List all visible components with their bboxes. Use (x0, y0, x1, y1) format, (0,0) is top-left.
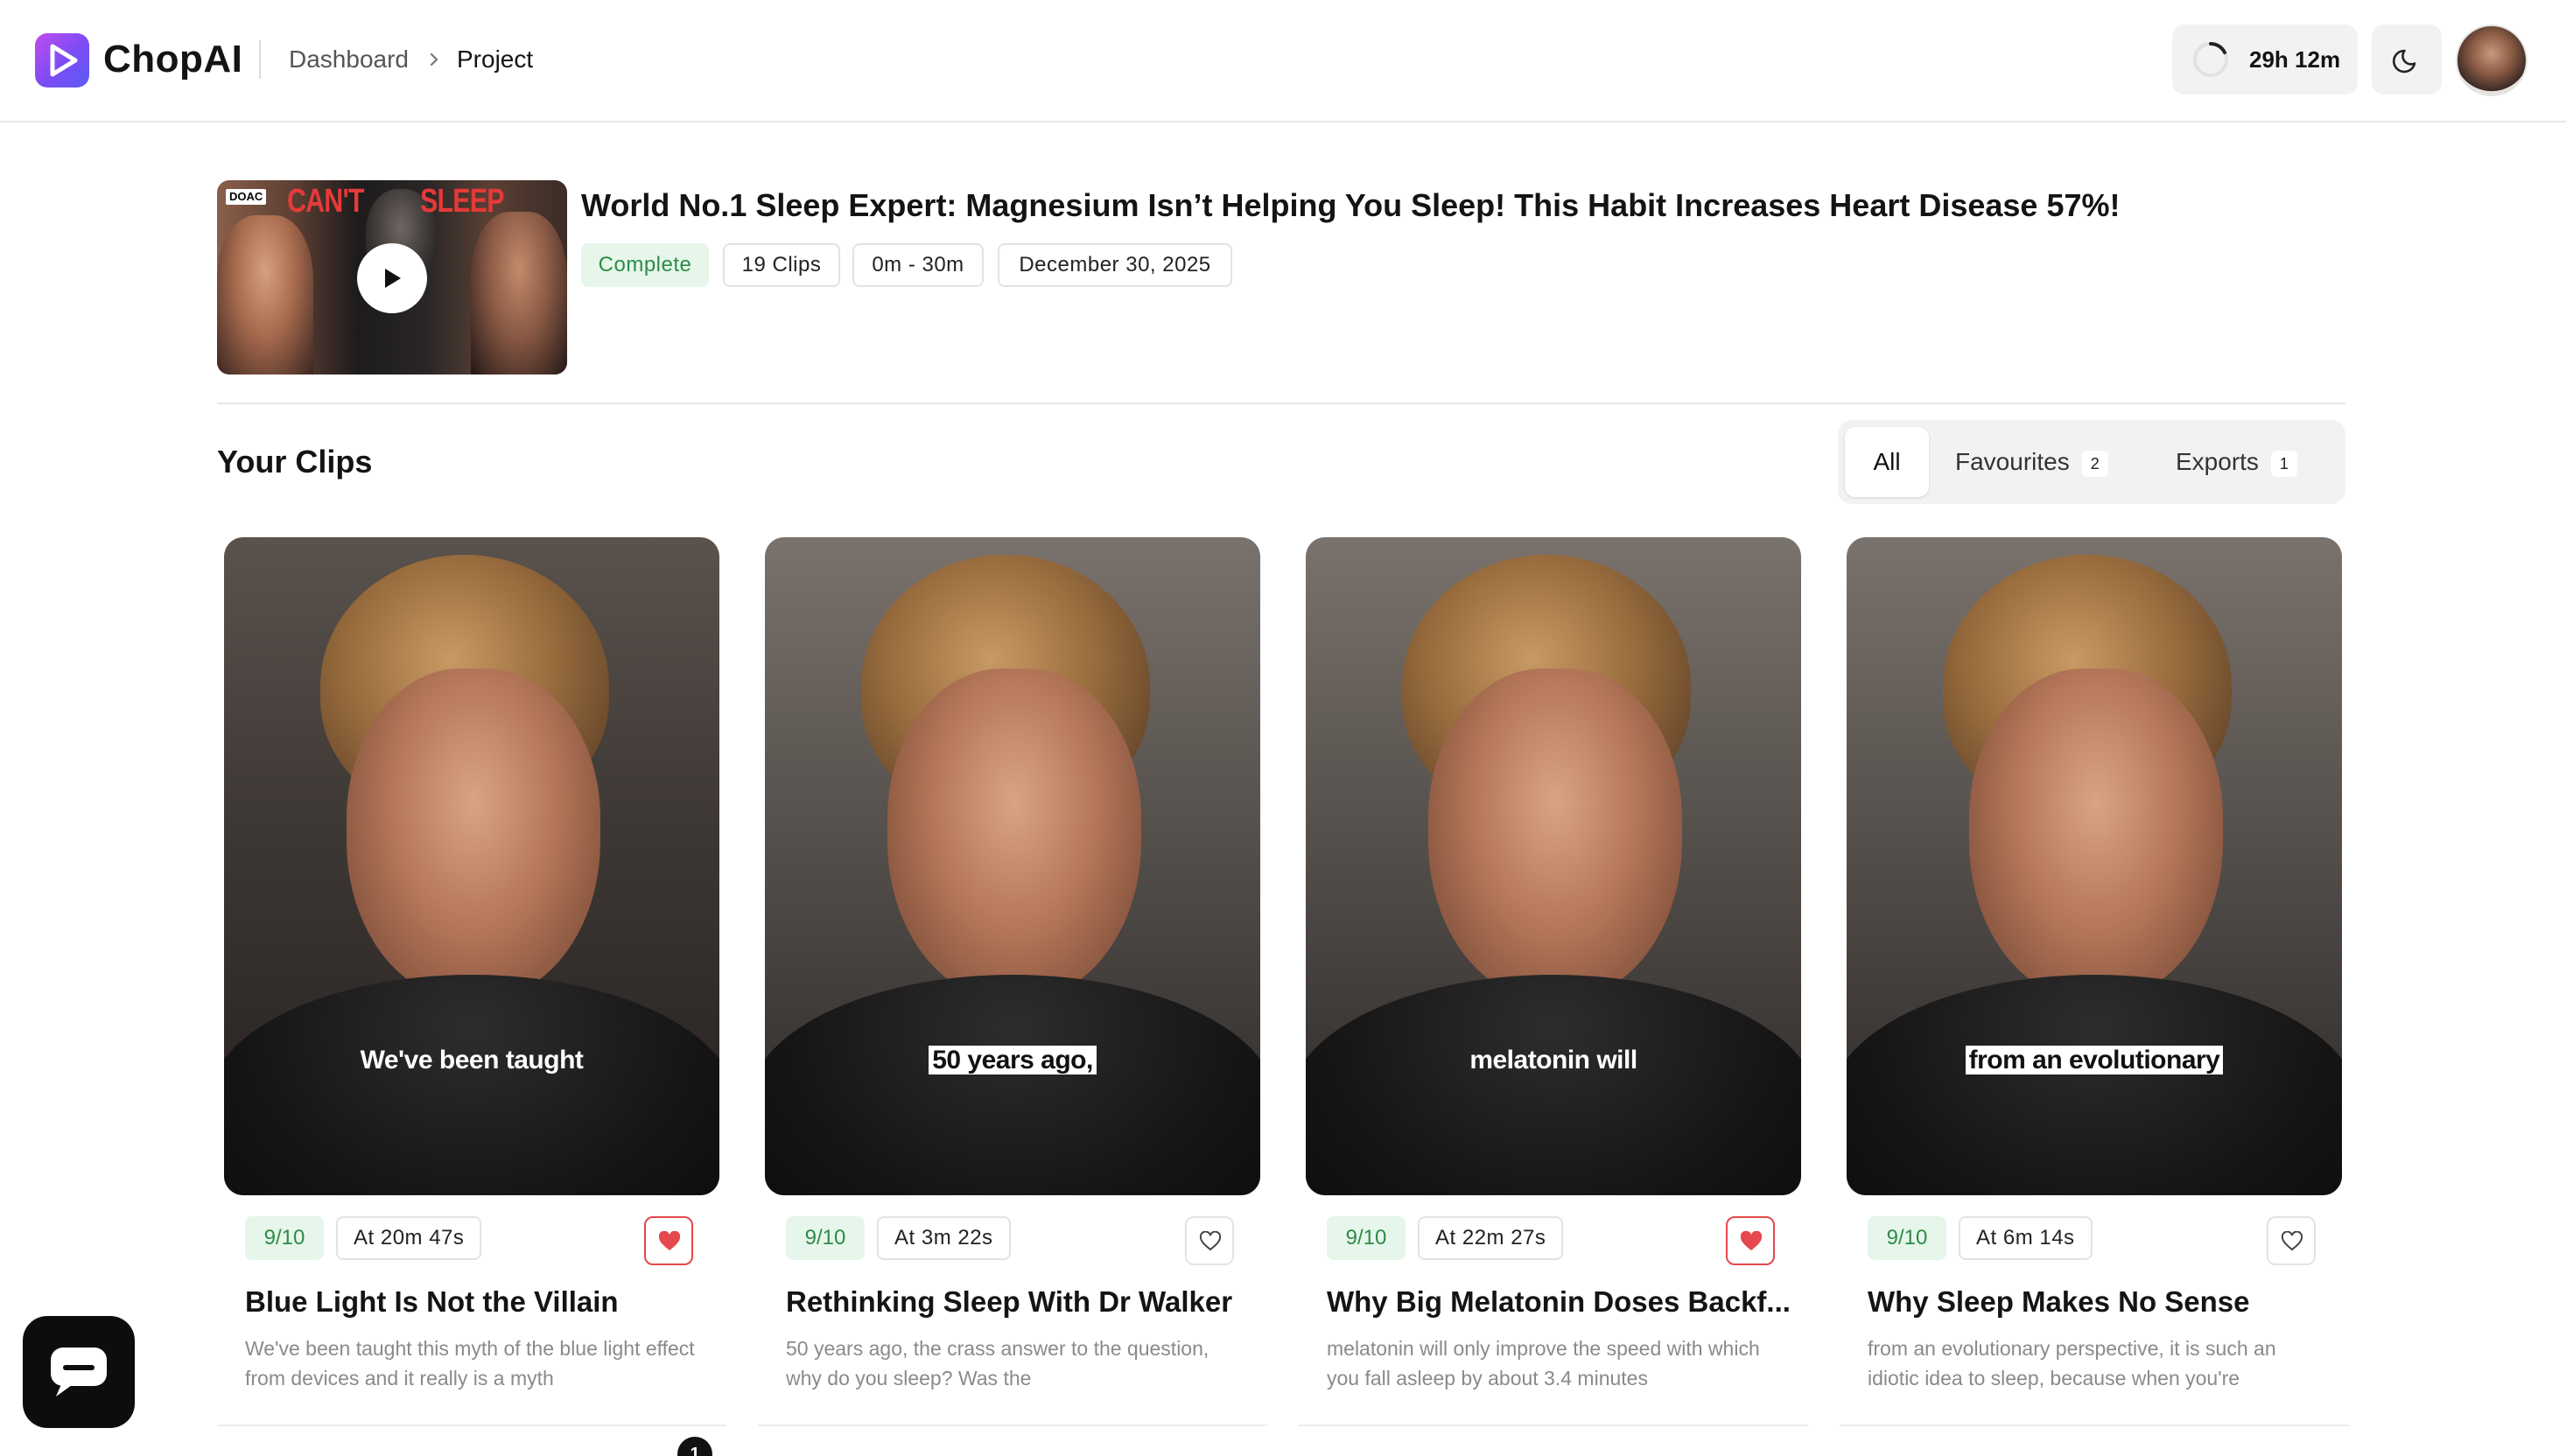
clip-filter-tabs: All Favourites 2 Exports 1 (1838, 420, 2345, 504)
clip-timestamp-badge: At 22m 27s (1418, 1216, 1564, 1260)
clip-figure (887, 668, 1141, 1001)
progress-ring-icon (2193, 42, 2228, 77)
clips-section-title: Your Clips (217, 444, 373, 480)
card-divider (1299, 1424, 1808, 1426)
clip-description: We've been taught this myth of the blue … (245, 1337, 695, 1390)
tab-all-label: All (1873, 448, 1901, 475)
heart-outline-icon (2281, 1231, 2303, 1251)
clip-timestamp-badge: At 20m 47s (336, 1216, 482, 1260)
project-title: World No.1 Sleep Expert: Magnesium Isn’t… (581, 187, 2121, 223)
breadcrumb-dashboard[interactable]: Dashboard (289, 44, 409, 75)
clip-caption: from an evolutionary (1847, 1043, 2342, 1078)
clip-description: from an evolutionary perspective, it is … (1868, 1337, 2276, 1390)
clip-caption: melatonin will (1306, 1043, 1801, 1078)
clip-caption-text: We've been taught (360, 1046, 584, 1074)
clip-score-badge: 9/10 (245, 1216, 324, 1260)
clip-video-preview[interactable]: melatonin will (1306, 537, 1801, 1195)
thumbnail-text-right: SLEEP (420, 183, 504, 220)
clip-figure (765, 975, 1260, 1195)
favourite-button[interactable] (2267, 1216, 2316, 1265)
tab-exports[interactable]: Exports 1 (2176, 427, 2297, 497)
thumbnail-text-left: CAN'T (287, 183, 364, 220)
exports-count-badge: 1 (2270, 450, 2297, 477)
clip-caption-text: melatonin will (1469, 1046, 1637, 1074)
clip-title[interactable]: Blue Light Is Not the Villain (245, 1283, 619, 1321)
clip-description: 50 years ago, the crass answer to the qu… (786, 1337, 1209, 1390)
clip-figure (1847, 975, 2342, 1195)
thumbnail-tag: DOAC (226, 189, 267, 205)
credits-time-text: 29h 12m (2249, 46, 2341, 73)
clip-caption: 50 years ago, (765, 1043, 1260, 1078)
clip-title[interactable]: Rethinking Sleep With Dr Walker (786, 1283, 1232, 1321)
clip-score-badge: 9/10 (1327, 1216, 1406, 1260)
heart-filled-icon (658, 1231, 681, 1250)
play-button[interactable] (357, 243, 427, 313)
clip-figure (1306, 975, 1801, 1195)
tab-all[interactable]: All (1845, 427, 1929, 497)
clip-video-preview[interactable]: 50 years ago, (765, 537, 1260, 1195)
breadcrumb-project: Project (457, 46, 534, 73)
chat-support-button[interactable] (23, 1316, 135, 1428)
favourite-button[interactable] (1726, 1216, 1775, 1265)
clip-video-preview[interactable]: from an evolutionary (1847, 537, 2342, 1195)
heart-filled-icon (1740, 1231, 1763, 1250)
clip-figure (1428, 668, 1682, 1001)
clip-card[interactable]: We've been taught 9/10 At 20m 47s Blue L… (217, 537, 726, 1456)
tab-favourites-label: Favourites (1955, 448, 2070, 475)
clip-figure (1969, 668, 2223, 1001)
status-badge: Complete (581, 243, 709, 287)
clip-score-badge: 9/10 (1868, 1216, 1946, 1260)
brand-name[interactable]: ChopAI (103, 35, 242, 84)
moon-icon (2392, 49, 2416, 74)
date-badge: December 30, 2025 (998, 243, 1232, 287)
card-divider (217, 1424, 726, 1426)
tab-favourites[interactable]: Favourites 2 (1955, 427, 2108, 497)
card-divider (1840, 1424, 2349, 1426)
favourite-button[interactable] (644, 1216, 693, 1265)
range-badge: 0m - 30m (852, 243, 984, 287)
clip-title[interactable]: Why Sleep Makes No Sense (1868, 1283, 2250, 1321)
clip-figure (347, 668, 600, 1001)
clip-figure (224, 975, 719, 1195)
user-avatar[interactable] (2456, 24, 2527, 96)
clip-score-badge: 9/10 (786, 1216, 865, 1260)
section-divider (217, 402, 2345, 404)
clip-caption-text: 50 years ago, (929, 1046, 1097, 1074)
clip-card[interactable]: from an evolutionary 9/10 At 6m 14s Why … (1840, 537, 2349, 1456)
clip-timestamp-badge: At 3m 22s (877, 1216, 1011, 1260)
clip-count-badge: 19 Clips (723, 243, 840, 287)
clip-caption-text: from an evolutionary (1965, 1046, 2224, 1074)
clip-video-preview[interactable]: We've been taught (224, 537, 719, 1195)
clip-card[interactable]: 50 years ago, 9/10 At 3m 22s Rethinking … (758, 537, 1267, 1456)
clip-caption: We've been taught (224, 1043, 719, 1078)
theme-toggle-button[interactable] (2372, 24, 2442, 94)
thumbnail-figure (471, 212, 567, 374)
project-video-thumbnail[interactable]: DOAC CAN'T SLEEP (217, 180, 567, 374)
clip-timestamp-badge: At 6m 14s (1959, 1216, 2093, 1260)
thumbnail-figure (217, 215, 313, 374)
clip-description: melatonin will only improve the speed wi… (1327, 1337, 1760, 1390)
credits-timer[interactable]: 29h 12m (2172, 24, 2358, 94)
card-divider (758, 1424, 1267, 1426)
header-divider (259, 40, 261, 79)
clip-card[interactable]: melatonin will 9/10 At 22m 27s Why Big M… (1299, 537, 1808, 1456)
chat-bubble-icon (51, 1348, 107, 1396)
tab-exports-label: Exports (2176, 448, 2259, 475)
favourite-button[interactable] (1185, 1216, 1234, 1265)
chevron-right-icon (430, 52, 438, 66)
clip-title[interactable]: Why Big Melatonin Doses Backf... (1327, 1283, 1791, 1321)
chopai-logo-icon[interactable] (35, 33, 89, 88)
play-icon (385, 269, 401, 288)
favourites-count-badge: 2 (2081, 450, 2108, 477)
top-bar: ChopAI Dashboard Project 29h 12m (0, 0, 2566, 122)
heart-outline-icon (1199, 1231, 1222, 1251)
